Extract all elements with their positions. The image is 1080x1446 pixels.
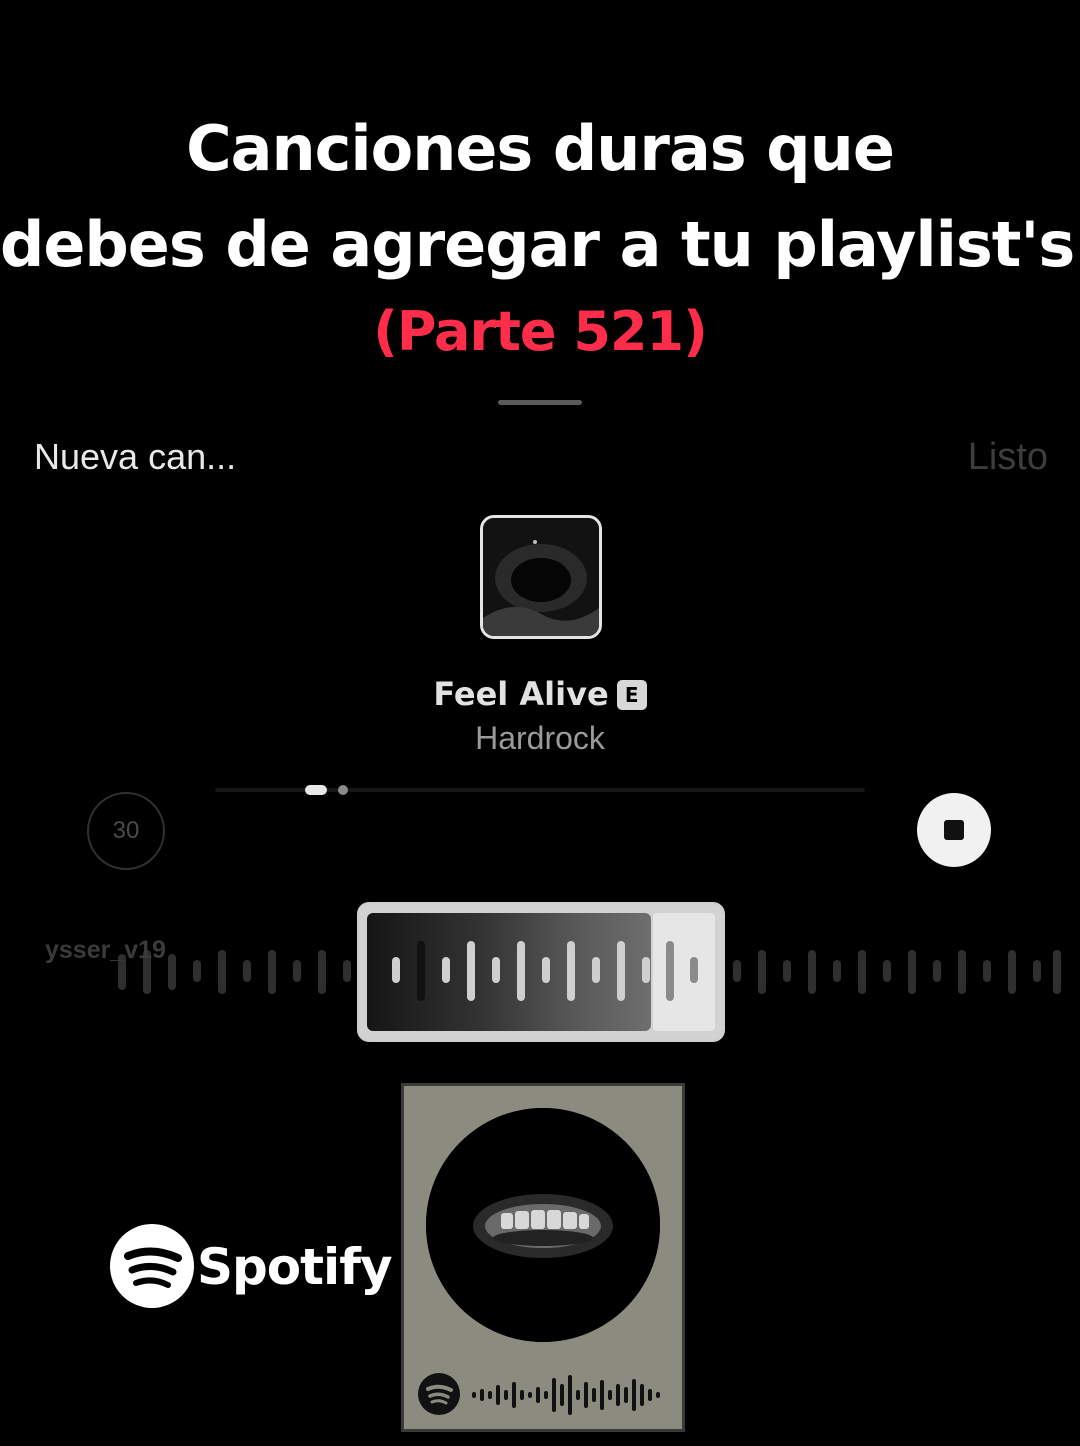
overlay-title-line-1: Canciones duras que [186, 112, 895, 185]
album-art-image [483, 518, 599, 636]
selected-waveform [392, 941, 698, 1001]
spotify-scan-code [472, 1375, 660, 1415]
new-song-label: Nueva can... [34, 436, 237, 477]
explicit-badge: E [616, 680, 647, 710]
song-title-text: Feel Alive [433, 675, 609, 713]
progress-marker [338, 785, 348, 795]
watermark-handle: ysser_v19 [45, 936, 166, 964]
spotify-code-card [401, 1083, 685, 1432]
stop-icon [944, 820, 964, 840]
duration-selector-button[interactable]: 30 [87, 792, 165, 870]
card-spotify-glyph [426, 1384, 453, 1405]
sheet-grabber-handle[interactable] [498, 400, 582, 405]
spotify-wordmark: Spotify [197, 1238, 393, 1296]
progress-thumb[interactable] [305, 785, 327, 795]
clip-range-selector[interactable] [357, 902, 725, 1042]
artist-name: Hardrock [475, 720, 605, 756]
stop-button[interactable] [917, 793, 991, 867]
overlay-part-label: (Parte 521) [373, 300, 708, 363]
overlay-title-line-2: debes de agregar a tu playlist's: [0, 208, 1080, 281]
spotify-logo-icon [110, 1224, 194, 1308]
spotify-logo-glyph [124, 1247, 182, 1288]
cover-art-image [426, 1108, 660, 1342]
card-cover-art [426, 1108, 660, 1342]
done-button[interactable]: Listo [968, 436, 1048, 479]
album-art-thumbnail [480, 515, 602, 639]
card-spotify-icon [418, 1373, 460, 1415]
song-title: Feel Alive E [0, 675, 1080, 713]
